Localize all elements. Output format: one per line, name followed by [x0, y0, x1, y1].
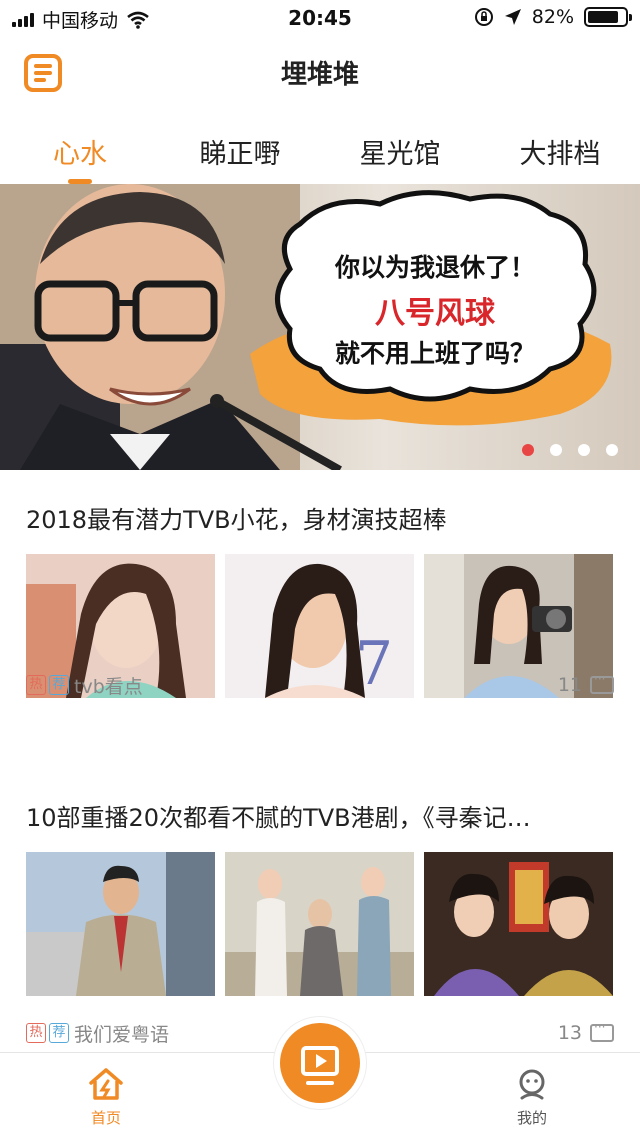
recommend-tag: 荐: [49, 675, 69, 695]
battery-percent: 82%: [531, 6, 574, 28]
article-thumbnails: [26, 852, 613, 996]
tab-dapaidang[interactable]: 大排档: [480, 110, 640, 184]
status-bar: 中国移动 20:45 82%: [0, 0, 640, 36]
banner-line-1: 你以为我退休了！: [334, 253, 535, 282]
tabbar-home-label: 首页: [90, 1109, 121, 1127]
article-thumbnail[interactable]: [424, 852, 613, 996]
carousel-dot[interactable]: [522, 444, 534, 456]
bottom-tab-bar: 首页 我的: [0, 1023, 640, 1138]
article-source[interactable]: 我们爱粤语: [74, 1020, 169, 1047]
orientation-lock-icon: [474, 8, 493, 26]
comment-count-value: 13: [557, 1022, 582, 1044]
article-thumbnail[interactable]: [26, 852, 215, 996]
comment-count[interactable]: 11: [557, 672, 614, 696]
status-right: 82%: [474, 6, 632, 28]
comment-count-value: 11: [557, 674, 582, 696]
comment-icon: [590, 1020, 614, 1042]
article-source[interactable]: tvb看点: [74, 672, 143, 699]
tabbar-home[interactable]: 首页: [56, 1067, 156, 1128]
tabbar-me-label: 我的: [516, 1109, 547, 1127]
location-icon: [504, 9, 521, 25]
comment-count[interactable]: 13: [557, 1020, 614, 1044]
tab-taizhengye[interactable]: 睇正嘢: [160, 110, 320, 184]
tabbar-me[interactable]: 我的: [482, 1067, 582, 1128]
nav-bar: 埋堆堆: [0, 36, 640, 108]
hot-tag: 热: [26, 675, 46, 695]
hot-tag: 热: [26, 1023, 46, 1043]
carousel-dots: [522, 444, 618, 456]
article-headline[interactable]: 10部重播20次都看不腻的TVB港剧，《寻秦记…: [26, 798, 614, 833]
carousel-dot[interactable]: [550, 444, 562, 456]
category-tabs: 心水 睇正嘢 星光馆 大排档: [0, 110, 640, 184]
home-icon: [89, 1068, 123, 1100]
banner-carousel[interactable]: 你以为我退休了！ 八号风球 就不用上班了吗？: [0, 184, 640, 470]
banner-line-3: 就不用上班了吗？: [334, 339, 535, 368]
article-headline[interactable]: 2018最有潜力TVB小花，身材演技超棒: [26, 500, 614, 535]
comment-icon: [590, 672, 614, 694]
battery-icon: [584, 7, 632, 27]
carousel-dot[interactable]: [606, 444, 618, 456]
page-title: 埋堆堆: [280, 60, 359, 90]
banner-line-2: 八号风球: [375, 296, 495, 331]
video-play-button[interactable]: [280, 1023, 360, 1103]
carousel-dot[interactable]: [578, 444, 590, 456]
article-card[interactable]: 10部重播20次都看不腻的TVB港剧，《寻秦记… 热 荐 我们爱粤语 13 ··…: [0, 798, 640, 1046]
tab-xingguangguan[interactable]: 星光馆: [320, 110, 480, 184]
article-thumbnail[interactable]: [225, 852, 414, 996]
tv-stand: [306, 1081, 334, 1085]
tab-xinshui[interactable]: 心水: [0, 110, 160, 184]
recommend-tag: 荐: [49, 1023, 69, 1043]
profile-icon: [519, 1069, 545, 1100]
play-icon: [316, 1054, 327, 1068]
article-meta: 热 荐 tvb看点 11: [26, 670, 614, 700]
article-card[interactable]: 2018最有潜力TVB小花，身材演技超棒 7 热 荐 tvb看点 11 ···: [0, 500, 640, 730]
